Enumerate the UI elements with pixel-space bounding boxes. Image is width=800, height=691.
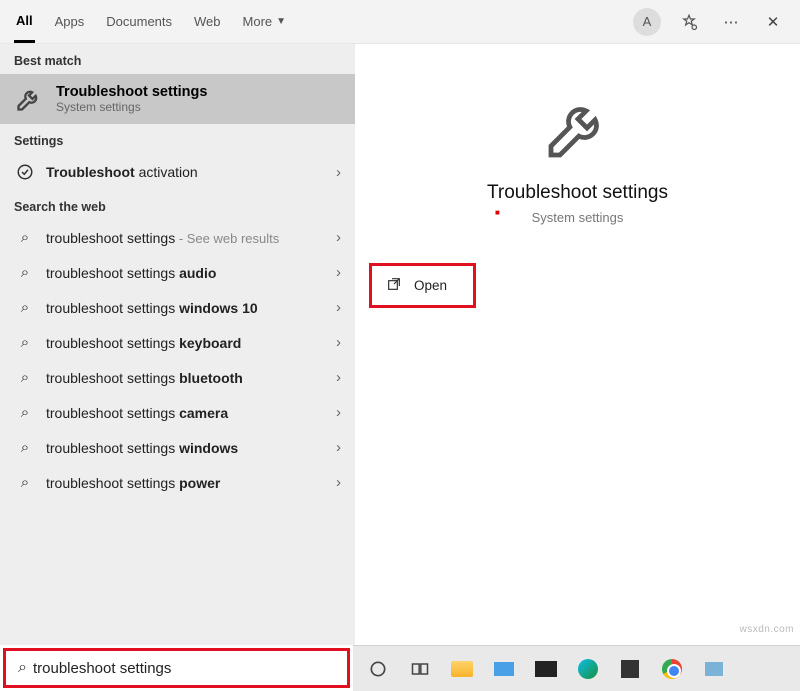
search-icon: ⌕ [14,264,36,281]
tab-apps[interactable]: Apps [53,0,87,43]
open-external-icon [386,276,402,295]
chevron-right-icon: › [336,474,341,491]
search-icon: ⌕ [14,404,36,421]
search-icon: ⌕ [14,334,36,351]
tab-more[interactable]: More▼ [241,0,289,43]
web-result-text: troubleshoot settings bluetooth [46,370,336,386]
search-icon: ⌕ [14,439,36,456]
search-icon: ⌕ [14,299,36,316]
web-result-text: troubleshoot settings audio [46,265,336,281]
chevron-right-icon: › [336,299,341,316]
web-result-text: troubleshoot settings camera [46,405,336,421]
settings-section-label: Settings [0,124,355,154]
web-result-text: troubleshoot settings windows 10 [46,300,336,316]
web-result-text: troubleshoot settings - See web results [46,230,336,246]
web-result[interactable]: ⌕ troubleshoot settings windows 10 › [0,290,355,325]
chevron-right-icon: › [336,334,341,351]
chevron-right-icon: › [336,369,341,386]
wrench-icon [14,84,44,114]
web-result[interactable]: ⌕ troubleshoot settings bluetooth › [0,360,355,395]
search-icon: ⌕ [14,229,36,246]
search-web-label: Search the web [0,190,355,220]
app-icon[interactable] [487,652,521,686]
web-result-text: troubleshoot settings power [46,475,336,491]
web-result-text: troubleshoot settings windows [46,440,336,456]
annotation-highlight: ⌕ [3,648,350,688]
store-icon[interactable] [613,652,647,686]
account-avatar[interactable]: A [626,4,668,40]
settings-item-text: Troubleshoot activation [46,164,336,180]
web-result[interactable]: ⌕ troubleshoot settings audio › [0,255,355,290]
bottom-bar: ⌕ [0,645,800,691]
tab-all[interactable]: All [14,0,35,43]
annotation-highlight: Open [369,263,476,308]
mail-icon[interactable] [529,652,563,686]
chevron-right-icon: › [336,264,341,281]
best-match-item[interactable]: Troubleshoot settings System settings [0,74,355,124]
edge-icon[interactable] [571,652,605,686]
search-header: All Apps Documents Web More▼ A ⋯ ✕ [0,0,800,44]
open-button[interactable]: Open [374,268,471,303]
web-result[interactable]: ⌕ troubleshoot settings windows › [0,430,355,465]
chevron-right-icon: › [336,404,341,421]
chrome-icon[interactable] [655,652,689,686]
app-icon[interactable] [697,652,731,686]
search-icon: ⌕ [18,659,27,677]
annotation-dot: ■ [495,208,500,217]
wrench-icon [542,92,614,164]
tab-web[interactable]: Web [192,0,223,43]
caret-down-icon: ▼ [276,16,286,27]
chevron-right-icon: › [336,229,341,246]
task-view-icon[interactable] [403,652,437,686]
web-result[interactable]: ⌕ troubleshoot settings - See web result… [0,220,355,255]
detail-panel: Troubleshoot settings System settings ■ … [355,44,800,645]
checkmark-circle-icon [14,163,36,181]
web-result[interactable]: ⌕ troubleshoot settings power › [0,465,355,500]
best-match-label: Best match [0,44,355,74]
taskbar [353,645,800,691]
feedback-icon[interactable] [668,4,710,40]
filter-tabs: All Apps Documents Web More▼ [14,0,288,43]
chevron-right-icon: › [336,164,341,181]
results-panel: Best match Troubleshoot settings System … [0,44,355,645]
web-result[interactable]: ⌕ troubleshoot settings camera › [0,395,355,430]
close-icon[interactable]: ✕ [752,4,794,40]
more-options-icon[interactable]: ⋯ [710,4,752,40]
detail-subtitle: System settings [355,210,800,225]
tab-documents[interactable]: Documents [104,0,174,43]
web-result[interactable]: ⌕ troubleshoot settings keyboard › [0,325,355,360]
cortana-icon[interactable] [361,652,395,686]
best-match-title: Troubleshoot settings [56,84,207,100]
chevron-right-icon: › [336,439,341,456]
search-input[interactable] [33,660,341,677]
search-icon: ⌕ [14,369,36,386]
watermark: wsxdn.com [739,624,794,635]
settings-item-activation[interactable]: Troubleshoot activation › [0,154,355,190]
web-result-text: troubleshoot settings keyboard [46,335,336,351]
search-icon: ⌕ [14,474,36,491]
best-match-subtitle: System settings [56,100,207,114]
open-button-label: Open [414,278,447,293]
detail-title: Troubleshoot settings [355,182,800,204]
file-explorer-icon[interactable] [445,652,479,686]
